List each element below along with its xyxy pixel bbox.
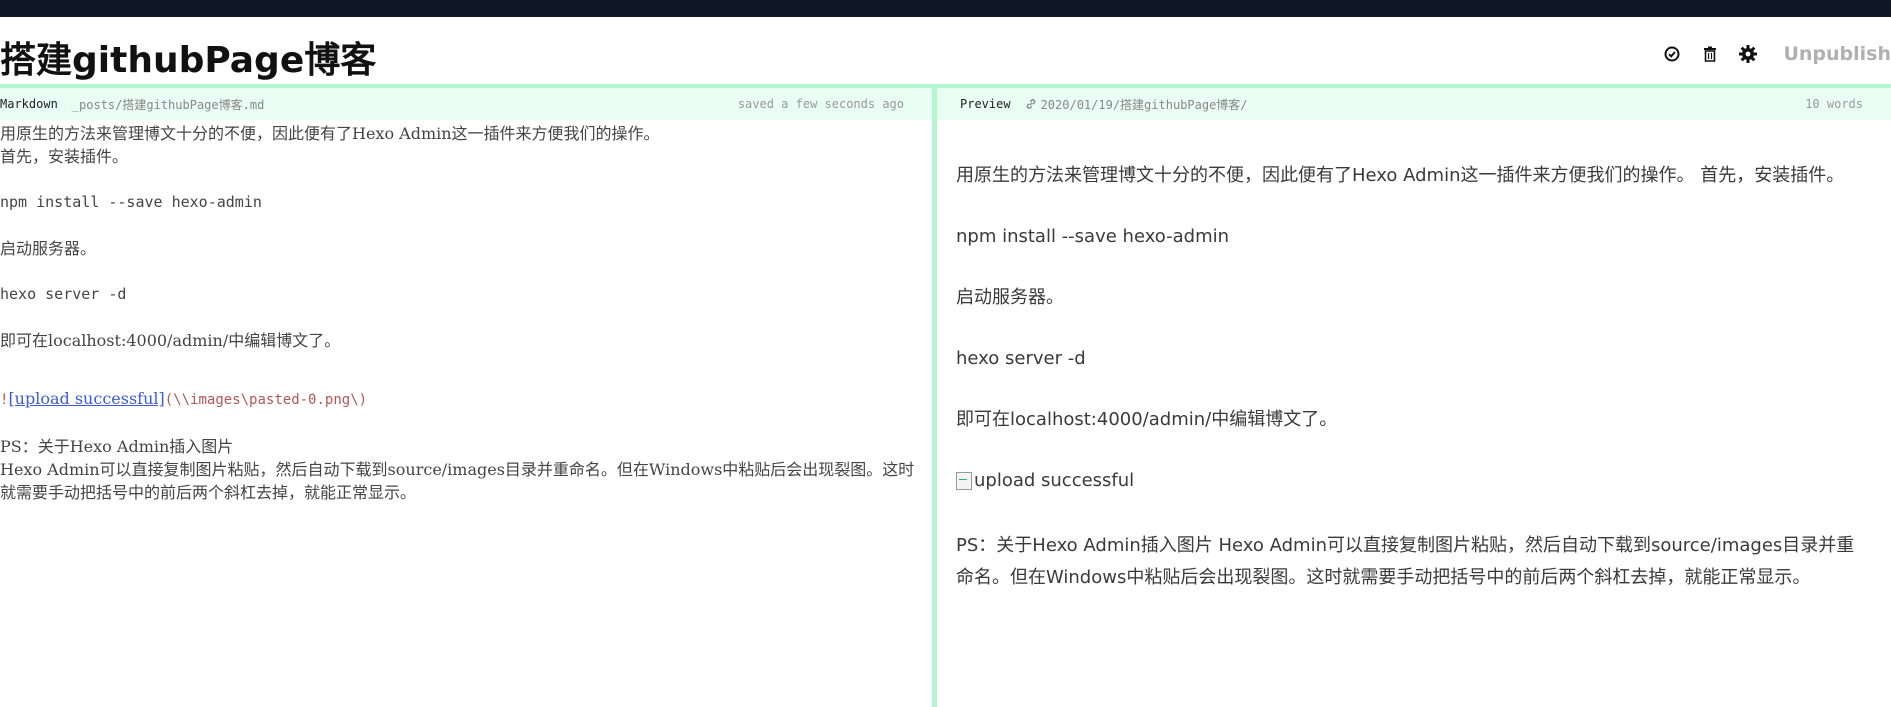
editor-line: hexo server -d [0, 285, 127, 303]
markdown-preview: 用原生的方法来管理博文十分的不便，因此便有了Hexo Admin这一插件来方便我… [956, 160, 1856, 623]
editor-line: npm install --save hexo-admin [0, 193, 262, 211]
preview-label: Preview [960, 97, 1011, 111]
check-circle-icon[interactable] [1657, 39, 1687, 69]
editor-line: 启动服务器。 [0, 239, 97, 258]
editor-line: 首先，安装插件。 [0, 147, 129, 166]
preview-paragraph: 启动服务器。 [956, 287, 1064, 308]
preview-paragraph: hexo server -d [956, 348, 1086, 369]
editor-line: 即可在localhost:4000/admin/中编辑博文了。 [0, 331, 341, 350]
pane-divider[interactable] [932, 88, 937, 707]
preview-image-alt: upload successful [974, 470, 1135, 491]
trash-icon[interactable] [1695, 39, 1725, 69]
preview-paragraph: PS：关于Hexo Admin插入图片 Hexo Admin可以直接复制图片粘贴… [956, 535, 1855, 588]
editor-line: PS：关于Hexo Admin插入图片 [0, 437, 234, 456]
markdown-editor[interactable]: 用原生的方法来管理博文十分的不便，因此便有了Hexo Admin这一插件来方便我… [0, 122, 920, 707]
editor-file-path: _posts/搭建githubPage博客.md [71, 97, 265, 112]
gear-icon[interactable] [1733, 39, 1763, 69]
post-title[interactable]: 搭建githubPage博客 [0, 31, 376, 83]
editor-line: Hexo Admin可以直接复制图片粘贴，然后自动下载到source/image… [0, 460, 915, 502]
unpublish-button[interactable]: Unpublish [1783, 43, 1891, 65]
preview-paragraph: npm install --save hexo-admin [956, 226, 1230, 247]
image-alt-link[interactable]: [upload successful] [8, 389, 164, 408]
save-status: saved a few seconds ago [737, 97, 904, 111]
word-count: 10 words [1805, 97, 1863, 111]
editor-mode-label: Markdown [0, 97, 58, 111]
permalink-text: 2020/01/19/搭建githubPage博客/ [1040, 97, 1248, 112]
permalink[interactable]: 2020/01/19/搭建githubPage博客/ [1025, 96, 1248, 113]
editor-header: Markdown _posts/搭建githubPage博客.md saved … [0, 88, 932, 120]
post-header: 搭建githubPage博客 Unpublish [0, 17, 1891, 84]
post-actions: Unpublish [1657, 39, 1891, 69]
preview-paragraph: 用原生的方法来管理博文十分的不便，因此便有了Hexo Admin这一插件来方便我… [956, 165, 1845, 186]
editor-image-markdown: ![upload successful](\\images\pasted-0.p… [0, 387, 920, 412]
link-icon [1026, 98, 1035, 109]
broken-image-icon [956, 472, 972, 490]
preview-header: Preview 2020/01/19/搭建githubPage博客/ 10 wo… [937, 88, 1891, 120]
preview-paragraph: 即可在localhost:4000/admin/中编辑博文了。 [956, 409, 1338, 430]
image-url: (\\images\pasted-0.png\) [164, 392, 368, 408]
preview-image: upload successful [956, 465, 1856, 501]
editor-line: 用原生的方法来管理博文十分的不便，因此便有了Hexo Admin这一插件来方便我… [0, 124, 660, 143]
top-nav-bar [0, 0, 1891, 17]
